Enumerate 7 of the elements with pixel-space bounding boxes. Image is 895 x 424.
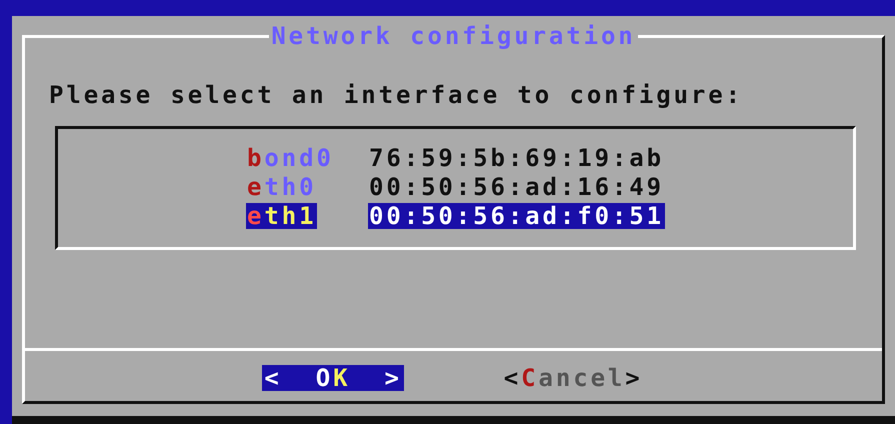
mac-address[interactable]: 76:59:5b:69:19:ab xyxy=(368,144,665,170)
mac-address[interactable]: 00:50:56:ad:f0:51 xyxy=(368,202,665,228)
mac-address[interactable]: 00:50:56:ad:16:49 xyxy=(368,174,665,200)
prompt-text: Please select an interface to configure: xyxy=(49,80,744,110)
interface-name[interactable]: eth1 xyxy=(246,202,318,228)
dialog-button[interactable]: <Cancel> xyxy=(502,365,645,391)
dialog-button[interactable]: < OK > xyxy=(262,365,404,391)
